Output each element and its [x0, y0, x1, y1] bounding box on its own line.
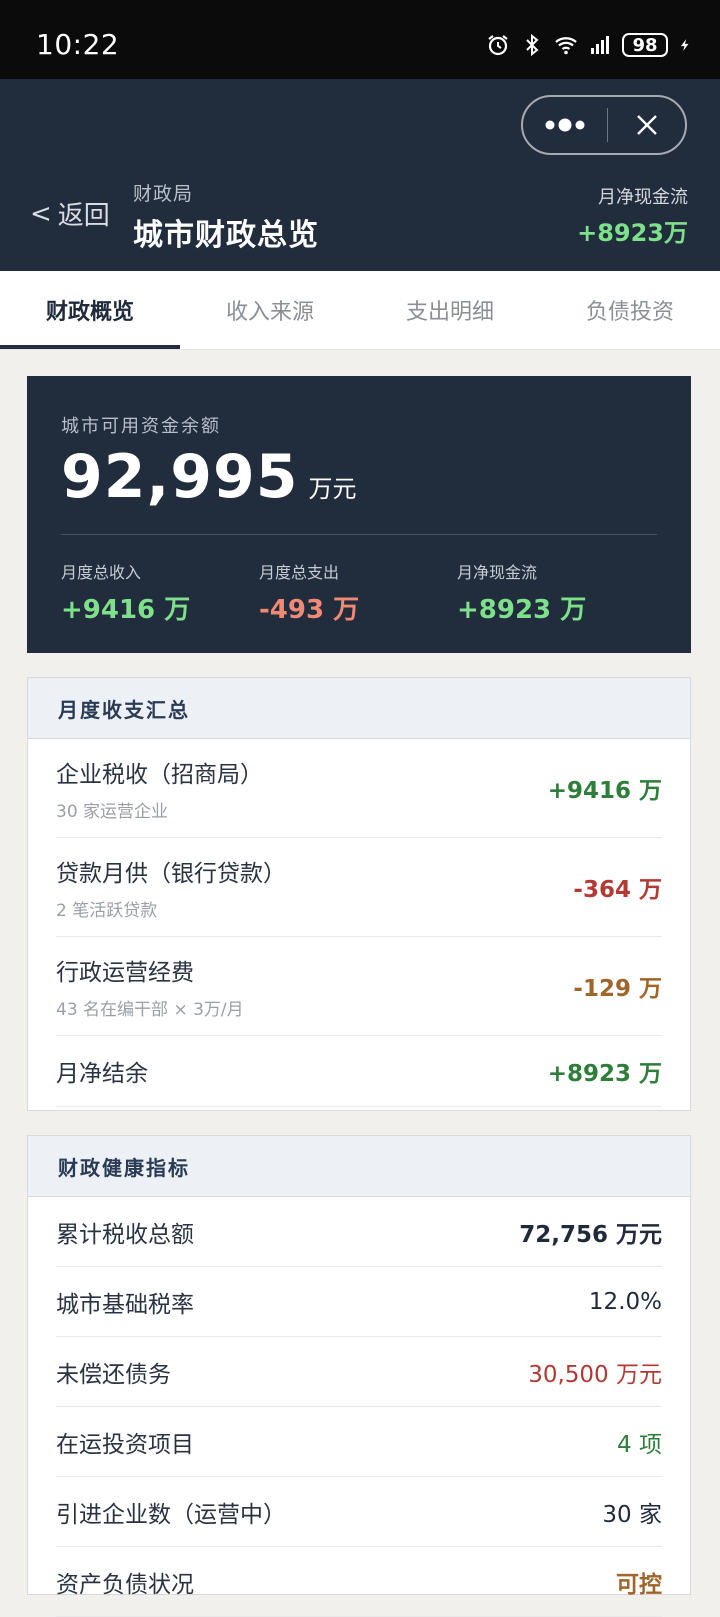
list-item-title: 月净结余: [56, 1061, 148, 1087]
metric-label: 累计税收总额: [56, 1221, 194, 1248]
metric-value: 30,500 万元: [528, 1361, 662, 1388]
close-button[interactable]: [608, 97, 685, 153]
metric-label: 在运投资项目: [56, 1431, 194, 1458]
list-item-net-balance: 月净结余 +8923 万: [56, 1036, 662, 1107]
metric-label: 未偿还债务: [56, 1361, 171, 1388]
stat-label: 月度总收入: [61, 563, 142, 582]
balance-stats: 月度总收入 +9416 万 月度总支出 -493 万 月净现金流 +8923 万: [61, 559, 657, 626]
more-button[interactable]: [523, 97, 607, 153]
page-title: 城市财政总览: [133, 218, 319, 253]
card-title: 财政健康指标: [28, 1136, 690, 1197]
monthly-summary-card: 月度收支汇总 企业税收（招商局） 30 家运营企业 +9416 万 贷款月供（银…: [27, 677, 691, 1111]
metric-row: 资产负债状况 可控: [56, 1547, 662, 1617]
list-item-text: 企业税收（招商局） 30 家运营企业: [56, 755, 263, 822]
wifi-icon: [555, 37, 577, 55]
more-dots-icon: [545, 118, 585, 132]
tab-debt-investment[interactable]: 负债投资: [540, 271, 720, 349]
list-item[interactable]: 贷款月供（银行贷款） 2 笔活跃贷款 -364 万: [56, 838, 662, 937]
metric-row: 在运投资项目 4 项: [56, 1407, 662, 1477]
list-item-subtitle: 43 名在编干部 × 3万/月: [56, 999, 244, 1020]
stat-net-cashflow: 月净现金流 +8923 万: [457, 559, 655, 626]
title-block: 财政局 城市财政总览: [133, 179, 319, 254]
balance-unit: 万元: [308, 475, 357, 503]
metric-value: 30 家: [602, 1501, 662, 1528]
list-item-title: 贷款月供（银行贷款）: [56, 860, 286, 887]
metric-label: 城市基础税率: [56, 1291, 194, 1318]
charging-icon: [680, 39, 689, 51]
list-item-value: -364 万: [573, 877, 662, 903]
list-item-title: 企业税收（招商局）: [56, 761, 263, 788]
stat-value: +8923 万: [457, 595, 587, 625]
list-item-value: -129 万: [573, 976, 662, 1002]
metric-row: 城市基础税率 12.0%: [56, 1267, 662, 1337]
status-icons: 98: [486, 30, 692, 60]
back-label: 返回: [57, 201, 110, 231]
miniprogram-capsule: [521, 95, 687, 155]
back-button[interactable]: < 返回: [30, 195, 110, 232]
header-cashflow-value: +8923万: [577, 219, 688, 247]
balance-amount-row: 92,995 万元: [61, 442, 657, 512]
balance-card: 城市可用资金余额 92,995 万元 月度总收入 +9416 万 月度总支出 -…: [27, 376, 691, 653]
list-item[interactable]: 行政运营经费 43 名在编干部 × 3万/月 -129 万: [56, 937, 662, 1036]
tab-income[interactable]: 收入来源: [180, 271, 360, 349]
stat-value: -493 万: [259, 595, 360, 625]
page-header: < 返回 财政局 城市财政总览 月净现金流 +8923万: [0, 79, 720, 271]
fiscal-health-card: 财政健康指标 累计税收总额 72,756 万元 城市基础税率 12.0% 未偿还…: [27, 1135, 691, 1617]
list-item-title: 行政运营经费: [56, 959, 194, 986]
status-time: 10:22: [36, 28, 120, 61]
stat-monthly-expense: 月度总支出 -493 万: [259, 559, 457, 626]
card-title: 月度收支汇总: [28, 678, 690, 739]
stat-label: 月度总支出: [259, 563, 340, 582]
stat-label: 月净现金流: [457, 563, 538, 582]
cellular-signal-icon: [591, 36, 609, 54]
stat-value: +9416 万: [61, 595, 191, 625]
metric-row: 未偿还债务 30,500 万元: [56, 1337, 662, 1407]
list-item-subtitle: 30 家运营企业: [56, 801, 169, 822]
metric-row: 累计税收总额 72,756 万元: [56, 1197, 662, 1267]
back-chevron-icon: <: [30, 198, 52, 229]
metric-value: 可控: [616, 1571, 662, 1598]
balance-amount: 92,995: [61, 442, 299, 512]
balance-label: 城市可用资金余额: [61, 416, 221, 437]
battery-indicator: 98: [622, 33, 668, 57]
list-item[interactable]: 企业税收（招商局） 30 家运营企业 +9416 万: [56, 739, 662, 838]
metric-label: 资产负债状况: [56, 1571, 194, 1598]
header-cashflow-label: 月净现金流: [598, 187, 688, 208]
list-item-text: 贷款月供（银行贷款） 2 笔活跃贷款: [56, 854, 286, 921]
metric-row: 引进企业数（运营中） 30 家: [56, 1477, 662, 1547]
metric-value: 4 项: [617, 1431, 662, 1458]
list-item-value: +8923 万: [547, 1061, 662, 1087]
metric-value: 12.0%: [588, 1288, 662, 1315]
balance-divider: [61, 534, 657, 535]
close-icon: [636, 115, 657, 135]
tab-expense[interactable]: 支出明细: [360, 271, 540, 349]
list-item-value: +9416 万: [547, 778, 662, 804]
tab-bar: 财政概览 收入来源 支出明细 负债投资: [0, 271, 720, 350]
alarm-icon: [488, 35, 508, 56]
metric-value: 72,756 万元: [519, 1221, 662, 1248]
list-item-subtitle: 2 笔活跃贷款: [56, 900, 158, 921]
stat-monthly-income: 月度总收入 +9416 万: [61, 559, 259, 626]
tab-overview[interactable]: 财政概览: [0, 271, 180, 349]
list-item-text: 行政运营经费 43 名在编干部 × 3万/月: [56, 953, 244, 1020]
page-subtitle: 财政局: [133, 183, 194, 205]
bluetooth-icon: [526, 33, 539, 57]
status-bar: 10:22 98: [0, 0, 720, 79]
metric-label: 引进企业数（运营中）: [56, 1501, 286, 1528]
header-cashflow: 月净现金流 +8923万: [577, 183, 688, 248]
